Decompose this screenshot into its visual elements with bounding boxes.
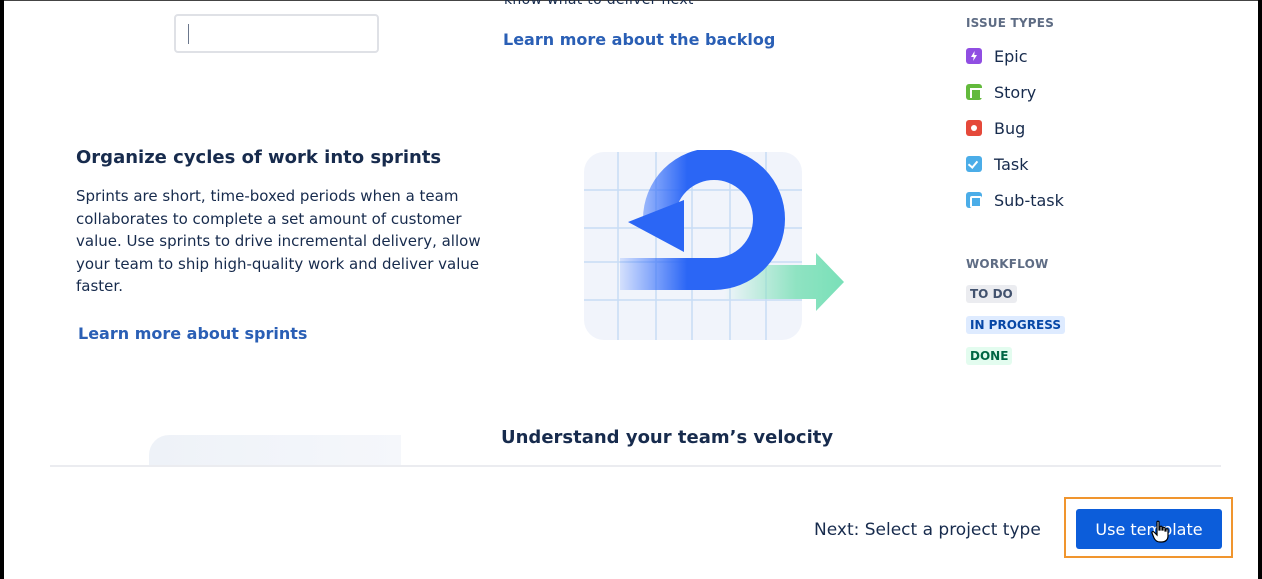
footer-divider: [50, 465, 1221, 467]
use-template-button[interactable]: Use template: [1076, 509, 1222, 549]
issue-type-label: Epic: [994, 46, 1028, 66]
hand-pointer-cursor-icon: [1151, 520, 1169, 543]
search-input[interactable]: [174, 14, 379, 53]
sprints-section-description: Sprints are short, time-boxed periods wh…: [76, 187, 481, 296]
subtask-icon: [966, 192, 982, 208]
workflow-heading: WORKFLOW: [966, 257, 1049, 271]
status-badge-in-progress: IN PROGRESS: [966, 316, 1065, 334]
issue-type-label: Sub-task: [994, 190, 1064, 210]
velocity-illustration-partial: [149, 435, 401, 466]
issue-type-label: Story: [994, 82, 1037, 102]
clipped-description-text: know what to deliver next: [504, 0, 694, 8]
velocity-section-title: Understand your team’s velocity: [501, 427, 834, 448]
story-icon: [966, 84, 982, 100]
issue-type-label: Task: [994, 154, 1029, 174]
status-badge-todo: TO DO: [966, 285, 1017, 303]
issue-type-story: Story: [966, 82, 1036, 102]
text-caret: [188, 24, 189, 44]
issue-type-task: Task: [966, 154, 1029, 174]
issue-type-bug: Bug: [966, 118, 1025, 138]
issue-type-label: Bug: [994, 118, 1026, 138]
backlog-learn-more-link[interactable]: Learn more about the backlog: [503, 30, 775, 49]
sprints-learn-more-link[interactable]: Learn more about sprints: [78, 324, 307, 343]
issue-type-subtask: Sub-task: [966, 190, 1064, 210]
bug-icon: [966, 120, 982, 136]
task-icon: [966, 156, 982, 172]
issue-type-epic: Epic: [966, 46, 1028, 66]
window-right-border: [1258, 0, 1262, 579]
next-step-label: Next: Select a project type: [814, 520, 1041, 540]
sprints-section-title: Organize cycles of work into sprints: [76, 147, 442, 168]
epic-icon: [966, 48, 982, 64]
template-details-scroll-area[interactable]: know what to deliver next Learn more abo…: [4, 0, 1258, 466]
sprint-cycle-illustration: [584, 150, 844, 340]
status-badge-done: DONE: [966, 347, 1013, 365]
issue-types-heading: ISSUE TYPES: [966, 16, 1055, 30]
